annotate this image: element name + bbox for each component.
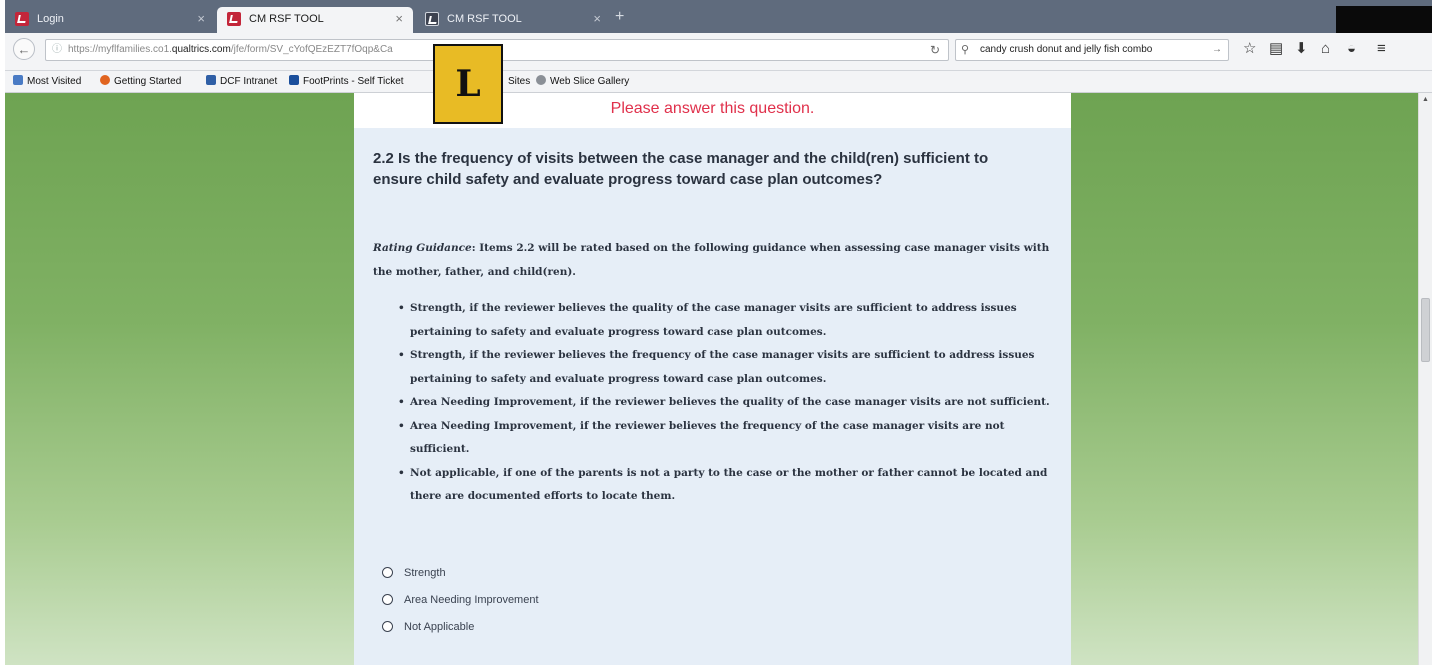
bookmark-getting-started[interactable]: Getting Started xyxy=(100,75,181,88)
survey-question-panel: Please answer this question. 2.2 Is the … xyxy=(354,93,1071,665)
search-input[interactable]: ⚲ candy crush donut and jelly fish combo… xyxy=(955,39,1229,61)
plus-icon[interactable]: + xyxy=(615,8,624,26)
guidance-list: Strength, if the reviewer believes the q… xyxy=(398,297,1050,509)
search-query: candy crush donut and jelly fish combo xyxy=(980,44,1153,55)
list-item: Strength, if the reviewer believes the f… xyxy=(398,344,1050,391)
choice-strength[interactable]: Strength xyxy=(382,567,539,594)
bookmark-dcf-intranet[interactable]: DCF Intranet xyxy=(206,75,277,88)
search-go-icon[interactable]: → xyxy=(1212,40,1222,60)
info-icon[interactable]: ⓘ xyxy=(52,40,62,60)
site-favicon-icon xyxy=(15,12,29,26)
choice-area-needing-improvement[interactable]: Area Needing Improvement xyxy=(382,594,539,621)
choice-not-applicable[interactable]: Not Applicable xyxy=(382,621,539,648)
site-favicon-icon xyxy=(227,12,241,26)
search-icon: ⚲ xyxy=(961,44,970,56)
close-tab-icon[interactable]: × xyxy=(197,7,205,31)
download-icon[interactable]: ⬇ xyxy=(1295,40,1308,58)
tab-label: CM RSF TOOL xyxy=(447,13,522,25)
home-icon[interactable]: ⌂ xyxy=(1321,40,1330,58)
pocket-icon[interactable]: ◒ xyxy=(1347,40,1356,58)
reload-icon[interactable]: ↻ xyxy=(930,40,940,60)
tab-cm-rsf-tool[interactable]: CM RSF TOOL × xyxy=(415,7,611,33)
tab-label: CM RSF TOOL xyxy=(249,13,324,25)
scroll-up-arrow-icon[interactable]: ▲ xyxy=(1422,96,1429,103)
firefox-icon xyxy=(100,75,110,85)
choice-label: Not Applicable xyxy=(404,621,475,633)
tab-cm-rsf-tool-active[interactable]: CM RSF TOOL × xyxy=(217,7,413,33)
answer-choices: Strength Area Needing Improvement Not Ap… xyxy=(382,567,539,648)
choice-label: Area Needing Improvement xyxy=(404,594,539,606)
web-slice-icon xyxy=(536,75,546,85)
bookmark-footprints[interactable]: FootPrints - Self Ticket xyxy=(289,75,404,88)
reading-list-icon[interactable]: ▤ xyxy=(1269,40,1283,58)
choice-label: Strength xyxy=(404,567,446,579)
radio-button[interactable] xyxy=(382,567,393,578)
radio-button[interactable] xyxy=(382,621,393,632)
folder-icon xyxy=(13,75,23,85)
page-content: Please answer this question. 2.2 Is the … xyxy=(5,93,1418,665)
close-tab-icon[interactable]: × xyxy=(395,7,403,31)
letter-badge: L xyxy=(433,44,503,124)
radio-button[interactable] xyxy=(382,594,393,605)
scrollbar-thumb[interactable] xyxy=(1421,298,1430,362)
tab-label: Login xyxy=(37,13,64,25)
browser-window: Login × CM RSF TOOL × CM RSF TOOL × + ← … xyxy=(5,0,1432,665)
guidance-text: : Items 2.2 will be rated based on the f… xyxy=(373,242,1050,278)
bookmark-web-slice-gallery[interactable]: Web Slice Gallery xyxy=(536,75,629,88)
dcf-icon xyxy=(206,75,216,85)
menu-icon[interactable]: ≡ xyxy=(1377,40,1386,58)
list-item: Strength, if the reviewer believes the q… xyxy=(398,297,1050,344)
rating-guidance: Rating Guidance: Items 2.2 will be rated… xyxy=(373,236,1053,284)
close-tab-icon[interactable]: × xyxy=(593,7,601,31)
bookmark-star-icon[interactable]: ☆ xyxy=(1243,40,1256,58)
guidance-label: Rating Guidance xyxy=(373,242,472,254)
bookmarks-toolbar: Most Visited Getting Started DCF Intrane… xyxy=(5,71,1432,93)
back-arrow-icon[interactable]: ← xyxy=(13,38,35,60)
tab-strip: Login × CM RSF TOOL × CM RSF TOOL × + xyxy=(5,0,1432,33)
site-favicon-icon xyxy=(425,12,439,26)
list-item: Not applicable, if one of the parents is… xyxy=(398,462,1050,509)
list-item: Area Needing Improvement, if the reviewe… xyxy=(398,391,1050,415)
question-title: 2.2 Is the frequency of visits between t… xyxy=(373,150,989,188)
list-item: Area Needing Improvement, if the reviewe… xyxy=(398,415,1050,462)
url-text: https://myflfamilies.co1.qualtrics.com/j… xyxy=(68,44,393,55)
tab-login[interactable]: Login × xyxy=(5,7,215,33)
redacted-area xyxy=(1336,6,1432,33)
footprints-icon xyxy=(289,75,299,85)
navigation-bar: ← ⓘ https://myflfamilies.co1.qualtrics.c… xyxy=(5,33,1432,71)
bookmark-sites[interactable]: Sites xyxy=(508,75,530,88)
bookmark-most-visited[interactable]: Most Visited xyxy=(13,75,81,88)
vertical-scrollbar[interactable]: ▲ xyxy=(1418,93,1432,665)
